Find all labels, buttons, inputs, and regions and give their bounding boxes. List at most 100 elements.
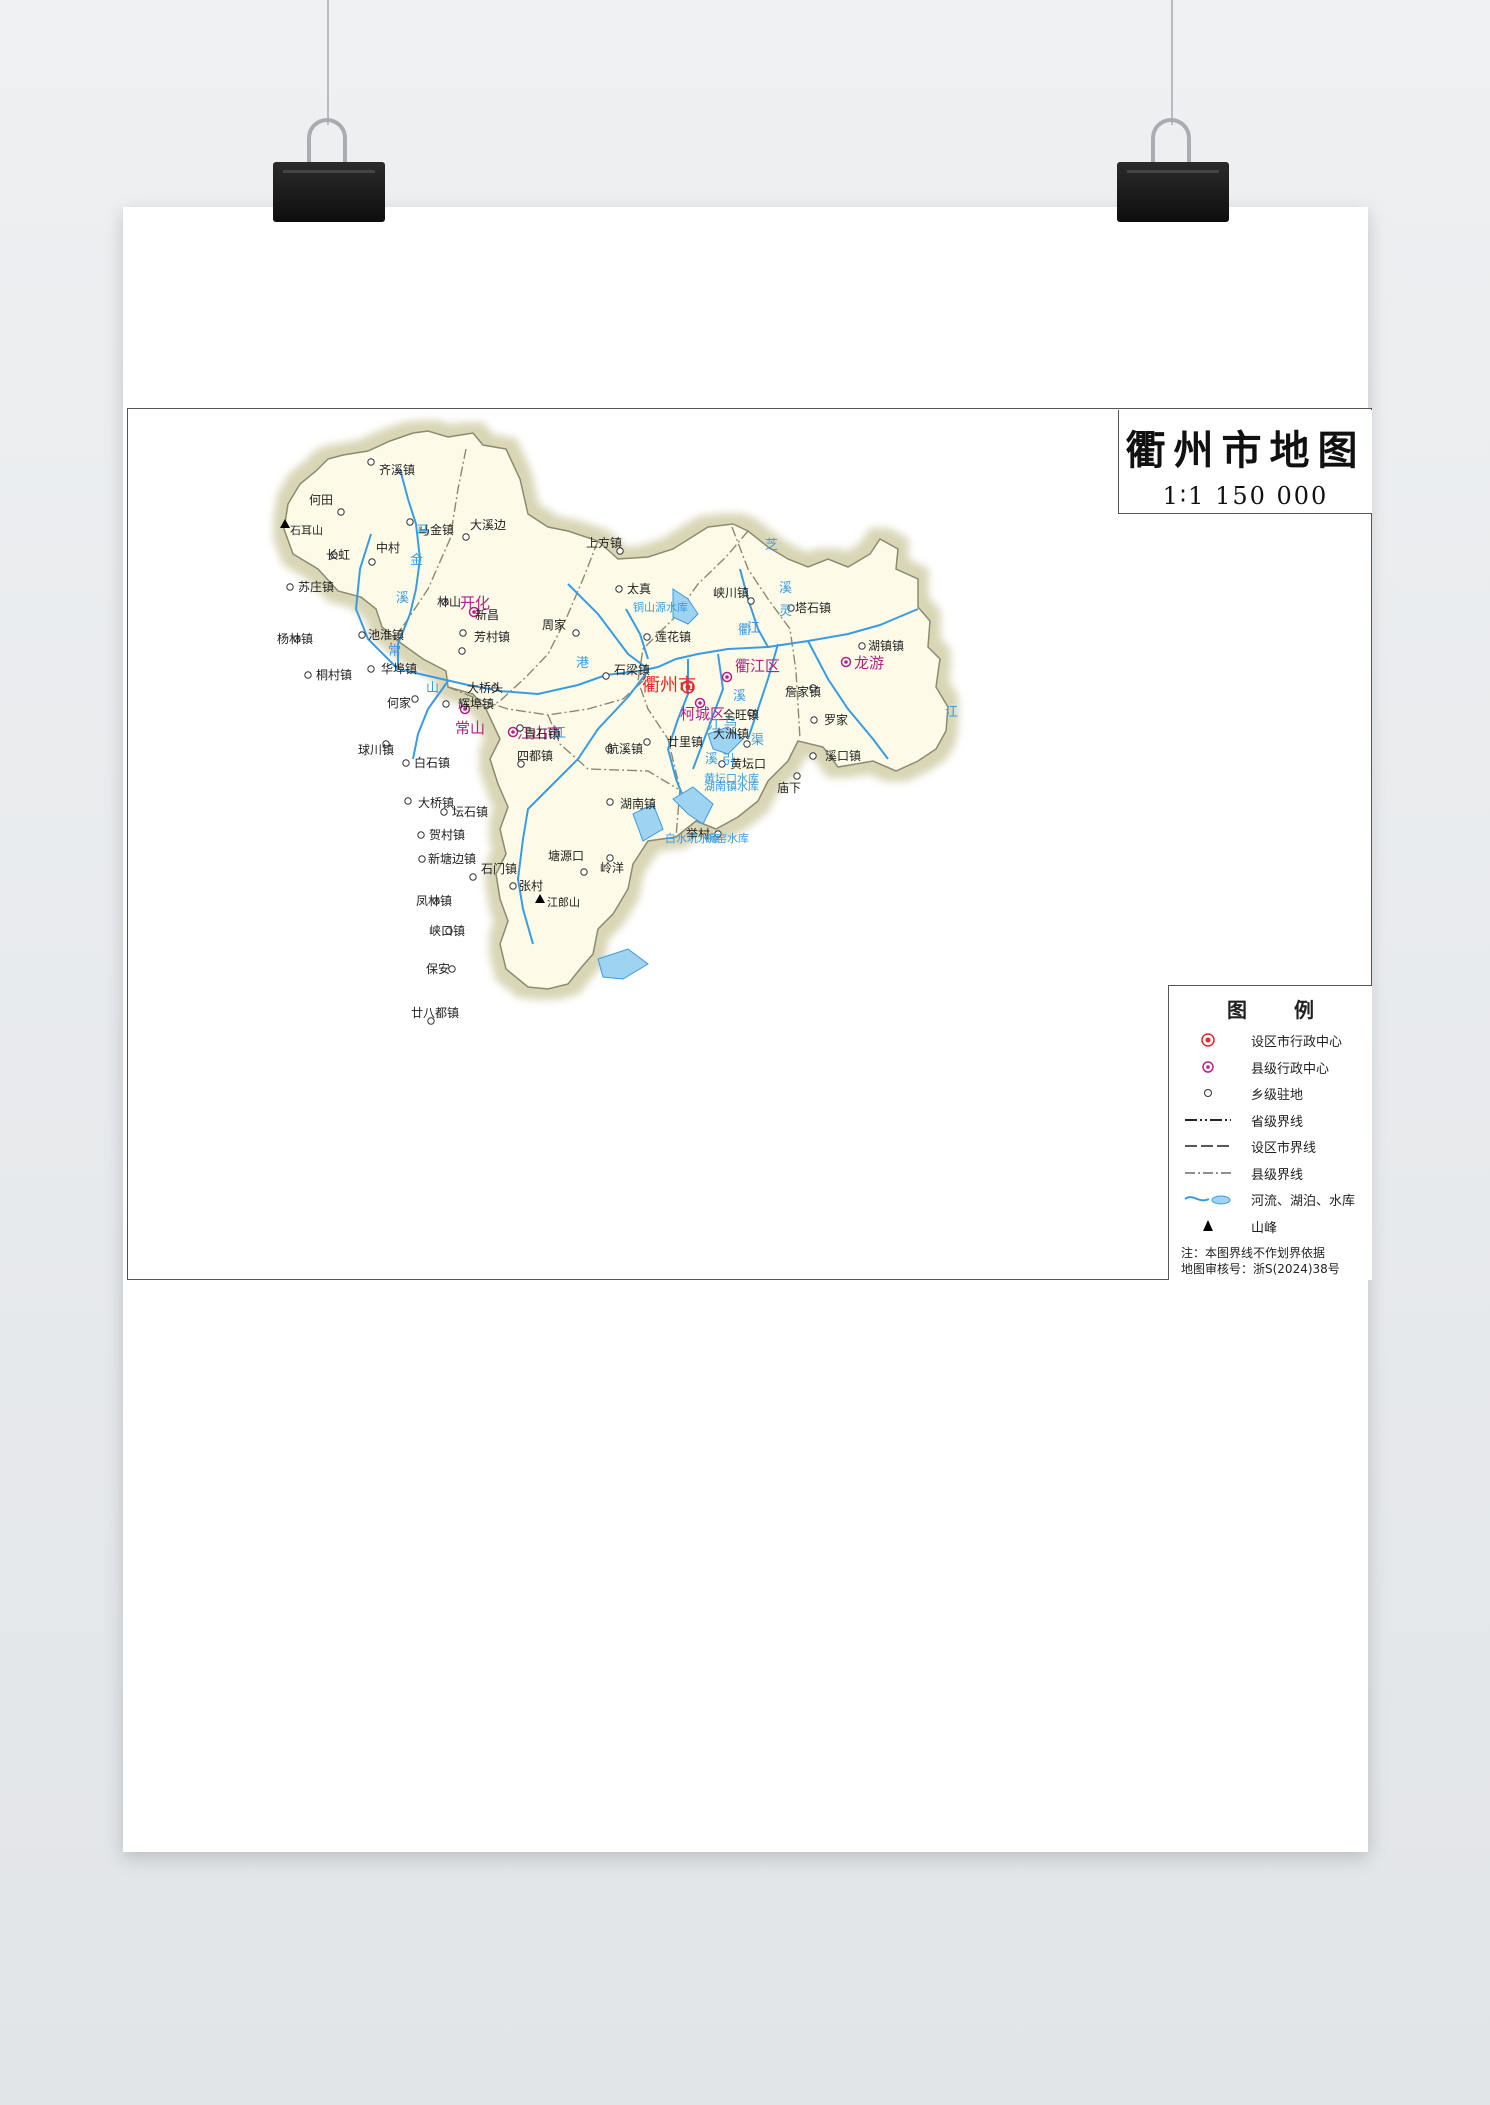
town-label: 长虹	[326, 548, 350, 562]
city-label: 衢州市	[642, 675, 696, 696]
water-label: 乌	[724, 715, 737, 731]
water-label: 引	[722, 753, 735, 768]
legend-row-county: 县级行政中心	[1169, 1054, 1372, 1081]
binder-clip-left-icon	[273, 118, 385, 222]
town-marker	[459, 629, 467, 637]
town-label: 岭洋	[600, 860, 624, 875]
town-label: 白石镇	[414, 755, 450, 770]
town-label: 廿里镇	[667, 735, 703, 749]
map-legend: 图 例 设区市行政中心 县级行政中心 乡级驻地 省级界线 设区市界线 县级界线 …	[1168, 985, 1372, 1280]
town-marker	[358, 631, 366, 639]
town-marker	[743, 740, 751, 748]
county-center-icon	[1202, 1060, 1214, 1073]
water-label: 芝	[765, 537, 778, 553]
legend-row-prefecture: 设区市行政中心	[1169, 1027, 1372, 1054]
town-label: 上方镇	[586, 535, 622, 550]
town-label: 航溪镇	[607, 741, 643, 756]
water-label: 溪	[396, 591, 409, 606]
map-title-box: 衢州市地图 1∶1 150 000	[1118, 410, 1372, 514]
town-label: 苏庄镇	[298, 579, 334, 594]
map-scale: 1∶1 150 000	[1162, 482, 1329, 510]
town-label: 芳村镇	[474, 630, 510, 644]
town-marker	[809, 752, 817, 760]
town-marker	[418, 855, 426, 863]
town-label: 贺村镇	[429, 828, 465, 842]
water-label: 马	[416, 524, 429, 539]
town-marker	[810, 716, 818, 724]
peak-label: 石耳山	[290, 524, 323, 537]
town-label: 新塘边镇	[428, 851, 476, 866]
town-marker	[602, 672, 610, 680]
peak-icon	[1203, 1219, 1213, 1231]
town-marker	[411, 695, 419, 703]
water-label: 湖南镇水库	[704, 779, 759, 793]
legend-row-water: 河流、湖泊、水库	[1169, 1186, 1372, 1213]
water-label: 金	[410, 552, 423, 568]
water-icon	[1184, 1195, 1231, 1205]
town-marker	[572, 629, 580, 637]
legend-row-peak: 山峰	[1169, 1213, 1372, 1240]
town-label: 中村	[376, 540, 400, 555]
town-marker	[304, 671, 312, 679]
town-marker	[615, 585, 623, 593]
county-boundary-icon	[1185, 1172, 1231, 1173]
town-label: 大溪边	[470, 518, 506, 532]
town-marker	[367, 458, 375, 466]
town-label: 张村	[519, 879, 543, 893]
legend-note-line2: 地图审核号：浙S(2024)38号	[1181, 1262, 1340, 1276]
town-label: 桐村镇	[316, 668, 352, 682]
town-label: 保安	[426, 961, 450, 976]
town-marker	[368, 558, 376, 566]
town-marker	[793, 772, 801, 780]
town-label: 黄坛口	[730, 757, 766, 771]
water-label: 铜山源水库	[633, 600, 688, 614]
binder-clip-right-icon	[1117, 118, 1229, 222]
city-marker-dot	[844, 660, 848, 664]
town-marker	[442, 700, 450, 708]
water-label: 港	[576, 656, 589, 671]
town-marker	[858, 642, 866, 650]
town-label: 塔石镇	[795, 601, 831, 615]
legend-label: 省级界线	[1251, 1114, 1304, 1130]
legend-row-provincial-boundary: 省级界线	[1169, 1107, 1372, 1134]
prefecture-center-icon	[1201, 1033, 1215, 1047]
town-marker	[458, 647, 466, 655]
town-marker	[404, 797, 412, 805]
town-label: 罗家	[824, 712, 848, 727]
water-label: 江	[553, 726, 566, 741]
township-icon	[1204, 1089, 1212, 1097]
water-label: 渠	[751, 733, 764, 748]
city-label: 衢江区	[735, 657, 780, 675]
town-marker	[367, 665, 375, 673]
legend-label: 乡级驻地	[1251, 1088, 1304, 1103]
town-label: 峡川镇	[713, 586, 749, 600]
legend-label: 县级界线	[1251, 1167, 1304, 1183]
legend-note-line1: 注：本图界线不作划界依据	[1181, 1246, 1326, 1260]
water-label: 山	[426, 681, 439, 696]
town-marker	[337, 508, 345, 516]
town-marker	[402, 759, 410, 767]
town-label: 池淮镇	[368, 628, 404, 642]
town-label: 新昌	[475, 607, 499, 622]
city-marker-dot	[725, 675, 729, 679]
hanging-string-left	[327, 0, 329, 125]
town-label: 四都镇	[517, 749, 553, 763]
town-label: 溪口镇	[825, 749, 861, 763]
town-label: 湖南镇	[620, 796, 656, 811]
town-label: 詹家镇	[785, 684, 821, 699]
water-label: 江	[945, 705, 958, 720]
town-marker	[580, 868, 588, 876]
water-label: 溪	[705, 752, 718, 767]
town-marker	[643, 738, 651, 746]
town-label: 何田	[309, 493, 333, 507]
water-label: 灵	[779, 604, 792, 619]
water-label: 溪	[733, 689, 746, 704]
city-label: 龙游	[854, 654, 884, 672]
legend-label: 河流、湖泊、水库	[1251, 1194, 1356, 1209]
peak-label: 江郎山	[547, 895, 580, 909]
town-marker	[406, 518, 414, 526]
town-label: 杨林镇	[277, 631, 313, 646]
town-label: 球川镇	[358, 743, 394, 757]
town-label: 塘源口	[548, 848, 584, 863]
water-label: 江	[708, 718, 721, 733]
